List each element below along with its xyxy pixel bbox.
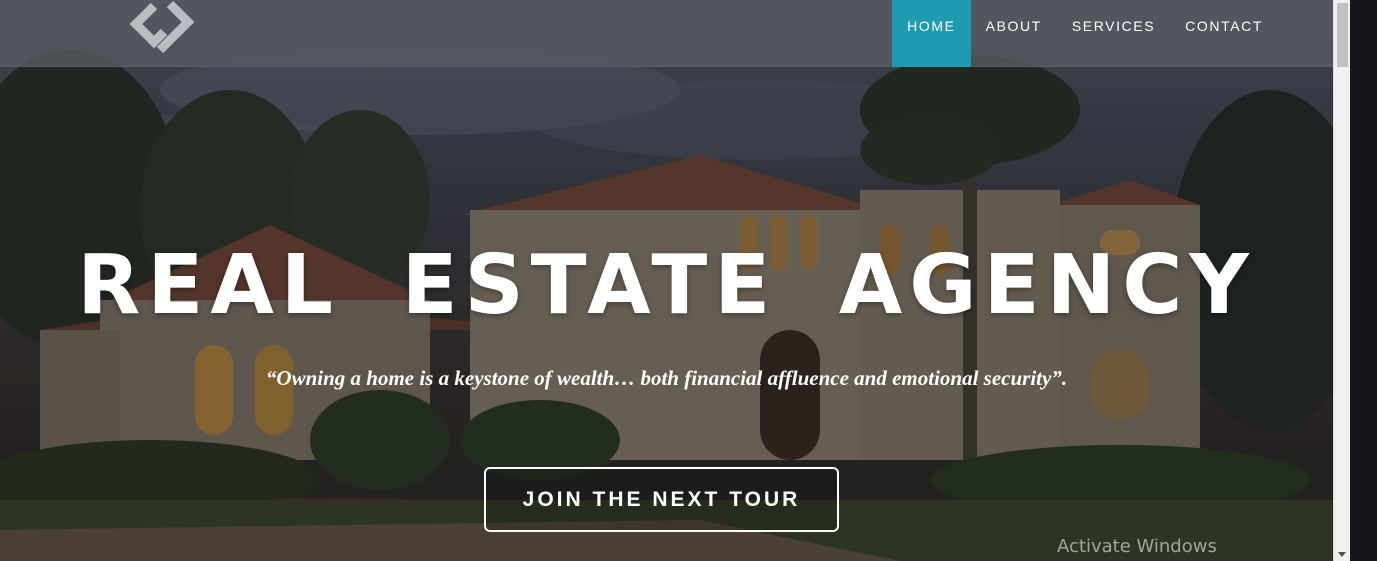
desktop-background-strip	[1350, 0, 1377, 561]
activate-windows-watermark: Activate Windows	[1057, 536, 1217, 557]
nav-item-about[interactable]: ABOUT	[971, 0, 1057, 67]
scroll-down-arrow-icon[interactable]	[1338, 552, 1346, 557]
join-tour-button[interactable]: JOIN THE NEXT TOUR	[484, 467, 839, 532]
page-scrollbar[interactable]	[1333, 0, 1350, 561]
nav-item-contact[interactable]: CONTACT	[1170, 0, 1278, 67]
hero-tagline: “Owning a home is a keystone of wealth… …	[265, 366, 1068, 390]
main-nav: HOME ABOUT SERVICES CONTACT	[892, 0, 1278, 67]
nav-item-services[interactable]: SERVICES	[1057, 0, 1170, 67]
scrollbar-thumb[interactable]	[1337, 3, 1348, 67]
nav-item-home[interactable]: HOME	[892, 0, 971, 67]
hero-title: REAL ESTATE AGENCY	[77, 238, 1256, 333]
gs-logo-icon[interactable]	[112, 0, 212, 62]
top-navbar: HOME ABOUT SERVICES CONTACT	[0, 0, 1333, 67]
